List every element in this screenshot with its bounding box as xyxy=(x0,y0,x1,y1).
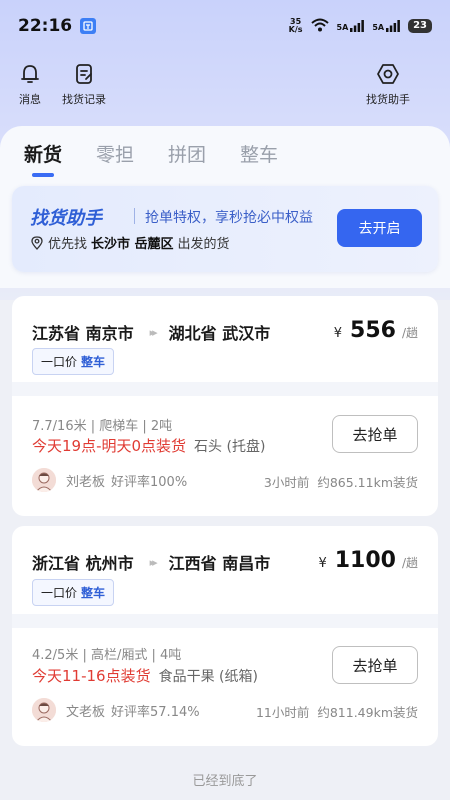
cargo-route: 浙江省 杭州市 ▸▸ 江西省 南昌市 xyxy=(32,550,270,574)
avatar xyxy=(32,698,56,722)
load-time-line: 今天19点-明天0点装货 石头 (托盘) xyxy=(32,435,265,456)
tab-new-cargo[interactable]: 新货 xyxy=(24,140,62,177)
goods-desc: 食品干果 (纸箱) xyxy=(158,669,258,685)
status-time: 22:16 xyxy=(18,16,73,36)
assistant-button[interactable]: 找货助手 xyxy=(366,62,410,107)
location-suffix: 出发的货 xyxy=(177,237,230,252)
enable-helper-button[interactable]: 去开启 xyxy=(337,209,422,247)
load-time: 今天11-16点装货 xyxy=(32,667,151,685)
goods-desc: 石头 (托盘) xyxy=(194,439,266,455)
posted-time: 3小时前 xyxy=(263,475,310,490)
shipper-rating: 好评率100% xyxy=(111,474,188,490)
helper-location: 优先找 长沙市 岳麓区 出发的货 xyxy=(30,233,230,252)
messages-label: 消息 xyxy=(19,93,41,106)
bell-icon xyxy=(21,65,39,83)
helper-title: 找货助手 xyxy=(30,208,102,229)
cargo-price: ¥ 1100 /趟 xyxy=(318,548,418,573)
load-time: 今天19点-明天0点装货 xyxy=(32,437,187,455)
pickup-distance: 约811.49km装货 xyxy=(317,705,418,720)
pricing-tag: 一口价 整车 xyxy=(32,348,115,375)
status-bar: 22:16 35 K/s 5A 5A 23 xyxy=(0,0,450,52)
cargo-route: 江苏省 南京市 ▸▸ 湖北省 武汉市 xyxy=(32,320,270,344)
truck-spec: 7.7/16米 | 爬梯车 | 2吨 xyxy=(32,419,173,434)
shipper-name: 文老板 xyxy=(66,704,106,720)
helper-divider xyxy=(134,208,135,224)
category-tabs: 新货 零担 拼团 整车 xyxy=(24,140,278,177)
origin: 浙江省 杭州市 xyxy=(32,554,134,573)
network-speed: 35 K/s xyxy=(288,17,303,34)
price-value: 556 xyxy=(350,318,396,343)
wifi-icon xyxy=(310,17,329,36)
cargo-helper-banner: 找货助手 抢单特权，享秒抢必中权益 优先找 长沙市 岳麓区 出发的货 去开启 xyxy=(12,186,438,272)
load-time-line: 今天11-16点装货 食品干果 (纸箱) xyxy=(32,665,258,686)
price-value: 1100 xyxy=(334,548,396,573)
route-arrow-icon: ▸▸ xyxy=(149,555,158,569)
helper-promo-text: 抢单特权，享秒抢必中权益 xyxy=(145,210,313,226)
end-of-list-text: 已经到底了 xyxy=(192,774,258,789)
tab-ltl[interactable]: 零担 xyxy=(96,140,134,167)
location-prefix: 优先找 xyxy=(48,237,88,252)
card-divider xyxy=(12,614,438,628)
destination: 江西省 南昌市 xyxy=(168,554,271,573)
origin: 江苏省 南京市 xyxy=(32,324,134,343)
active-tab-indicator xyxy=(32,173,54,177)
shipper-name: 刘老板 xyxy=(66,474,106,490)
assistant-label: 找货助手 xyxy=(366,93,410,106)
shipper-info: 文老板 好评率57.14% xyxy=(32,698,200,722)
location-city: 长沙市 岳麓区 xyxy=(91,237,174,252)
pickup-distance: 约865.11km装货 xyxy=(317,475,418,490)
history-label: 找货记录 xyxy=(62,93,106,106)
tab-group-buy[interactable]: 拼团 xyxy=(168,140,206,167)
signal-icon-sim1: 5A xyxy=(337,20,365,32)
tab-full-truck[interactable]: 整车 xyxy=(240,140,278,167)
shipper-rating: 好评率57.14% xyxy=(111,704,200,720)
destination: 湖北省 武汉市 xyxy=(168,324,271,343)
card-divider xyxy=(12,382,438,396)
cargo-price: ¥ 556 /趟 xyxy=(333,318,418,343)
location-pin-icon xyxy=(31,235,43,250)
notepad-icon xyxy=(76,64,92,84)
app-notification-icon xyxy=(80,18,97,34)
shipper-info: 刘老板 好评率100% xyxy=(32,468,187,492)
hexagon-settings-icon xyxy=(377,64,399,84)
history-button[interactable]: 找货记录 xyxy=(62,62,106,107)
route-arrow-icon: ▸▸ xyxy=(149,325,158,339)
cargo-meta: 11小时前 约811.49km装货 xyxy=(256,702,418,721)
grab-order-button[interactable]: 去抢单 xyxy=(332,646,418,684)
avatar xyxy=(32,468,56,492)
cargo-card[interactable]: 江苏省 南京市 ▸▸ 湖北省 武汉市 ¥ 556 /趟 一口价 整车 7.7/16… xyxy=(12,296,438,516)
signal-icon-sim2: 5A xyxy=(372,20,400,32)
posted-time: 11小时前 xyxy=(255,705,310,720)
messages-button[interactable]: 消息 xyxy=(18,62,42,107)
truck-spec: 4.2/5米 | 高栏/厢式 | 4吨 xyxy=(32,648,182,663)
cargo-meta: 3小时前 约865.11km装货 xyxy=(264,472,418,491)
grab-order-button[interactable]: 去抢单 xyxy=(332,415,418,453)
battery-indicator: 23 xyxy=(408,19,432,33)
cargo-card[interactable]: 浙江省 杭州市 ▸▸ 江西省 南昌市 ¥ 1100 /趟 一口价 整车 4.2/5… xyxy=(12,526,438,746)
pricing-tag: 一口价 整车 xyxy=(32,579,115,606)
